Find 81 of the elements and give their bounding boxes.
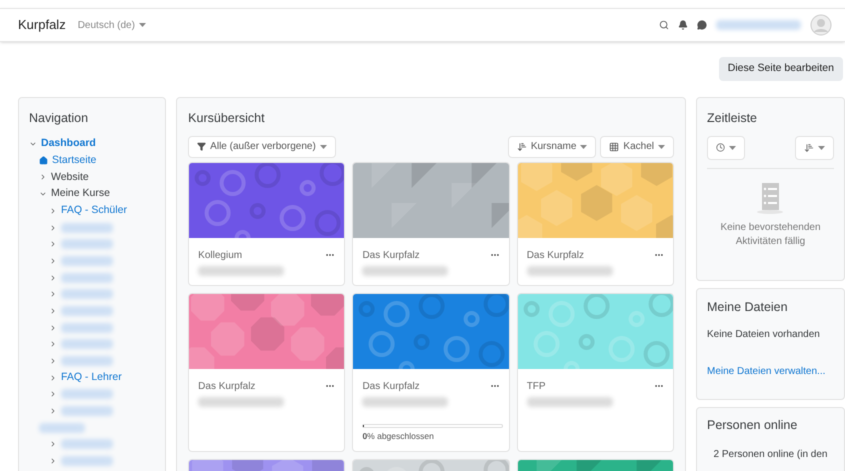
caret-icon [580, 144, 588, 149]
caret-icon [320, 144, 327, 149]
course-name[interactable]: Das Kurpfalz [198, 378, 256, 394]
blurred-text [61, 256, 113, 266]
caret-icon [818, 146, 825, 150]
nav-link[interactable]: Dashboard [41, 136, 96, 152]
panel-title: Zeitleiste [706, 110, 758, 127]
chat-icon[interactable] [697, 20, 707, 30]
blurred-text [61, 306, 113, 316]
blurred-text [61, 439, 113, 450]
empty-message: Keine bevorstehenden Aktivitäten fällig [719, 220, 822, 249]
manage-files-link[interactable]: Meine Dateien verwalten... [706, 366, 826, 377]
course-card[interactable]: Kollegium [188, 162, 346, 286]
collapsed-chevron-icon[interactable] [49, 306, 57, 315]
caret-icon [138, 23, 146, 27]
blurred-text [39, 422, 85, 433]
grid-icon [609, 142, 620, 152]
search-icon[interactable] [659, 20, 669, 30]
blurred-text [61, 356, 113, 366]
course-name[interactable]: Das Kurpfalz [526, 248, 584, 263]
caret-icon [728, 146, 736, 150]
blurred-text [61, 239, 113, 250]
edit-page-button[interactable]: Diese Seite bearbeiten [718, 57, 843, 81]
empty-message: Keine Dateien vorhanden [706, 328, 821, 342]
collapsed-chevron-icon[interactable] [49, 290, 57, 298]
home-icon [39, 156, 48, 166]
nav-link[interactable]: Startseite [52, 152, 96, 169]
course-card[interactable]: Das Kurpfalz [188, 292, 346, 452]
sort-dropdown[interactable]: Kursname [508, 136, 596, 158]
blurred-text [61, 339, 113, 350]
collapsed-chevron-icon[interactable] [49, 374, 57, 382]
collapsed-chevron-icon[interactable] [49, 224, 57, 232]
blurred-text [61, 272, 113, 283]
course-name[interactable]: Kollegium [198, 248, 242, 263]
filter-dropdown[interactable]: Alle (außer verborgene) [188, 136, 336, 158]
nav-link[interactable]: FAQ - Lehrer [61, 370, 122, 386]
sort-dropdown[interactable] [795, 136, 834, 160]
course-card[interactable]: Das Kurpfalz 0% abgeschlossen [352, 292, 510, 452]
site-name[interactable]: Kurpfalz [18, 15, 66, 35]
collapsed-chevron-icon[interactable] [39, 173, 47, 182]
online-users-text: 2 Personen online (in den [712, 448, 828, 462]
view-dropdown[interactable]: Kachel [600, 136, 674, 158]
language-menu[interactable]: Deutsch (de) [78, 18, 146, 32]
blurred-text [61, 389, 113, 400]
time-filter-dropdown[interactable] [706, 136, 745, 160]
nav-link[interactable]: FAQ - Schüler [61, 202, 127, 219]
progress-label: 0% abgeschlossen [362, 430, 435, 442]
collapsed-chevron-icon[interactable] [49, 324, 57, 332]
collapsed-chevron-icon[interactable] [49, 256, 57, 265]
course-card[interactable]: TFP [516, 292, 674, 452]
bell-icon[interactable] [678, 20, 688, 30]
collapsed-chevron-icon[interactable] [49, 240, 57, 248]
sort-icon [804, 142, 814, 153]
blurred-text [61, 456, 113, 466]
collapsed-chevron-icon[interactable] [49, 440, 57, 448]
caret-icon [658, 144, 665, 149]
panel-title: Navigation [29, 110, 90, 127]
filter-icon [197, 142, 206, 152]
nav-link[interactable]: Website [51, 170, 89, 186]
clock-icon [716, 143, 725, 152]
panel-title: Kursübersicht [188, 110, 266, 127]
collapsed-chevron-icon[interactable] [49, 407, 57, 416]
panel-title: Personen online [706, 417, 798, 434]
panel-title: Meine Dateien [706, 299, 789, 316]
blurred-text [61, 222, 113, 233]
collapsed-chevron-icon[interactable] [49, 390, 57, 398]
course-name[interactable]: Das Kurpfalz [362, 248, 420, 263]
course-name[interactable]: TFP [526, 378, 546, 394]
course-name[interactable]: Das Kurpfalz [362, 378, 420, 394]
collapsed-chevron-icon[interactable] [49, 340, 57, 348]
blurred-text [61, 322, 113, 333]
sort-icon [516, 142, 527, 152]
collapsed-chevron-icon[interactable] [49, 357, 57, 366]
collapsed-chevron-icon[interactable] [49, 206, 57, 215]
blurred-text [61, 406, 113, 416]
course-card[interactable]: Das Kurpfalz [352, 162, 510, 286]
collapsed-chevron-icon[interactable] [49, 457, 57, 466]
blurred-text [61, 289, 113, 300]
collapsed-chevron-icon[interactable] [49, 274, 57, 282]
nav-link[interactable]: Meine Kurse [51, 186, 110, 202]
course-card[interactable]: Das Kurpfalz [516, 162, 674, 286]
